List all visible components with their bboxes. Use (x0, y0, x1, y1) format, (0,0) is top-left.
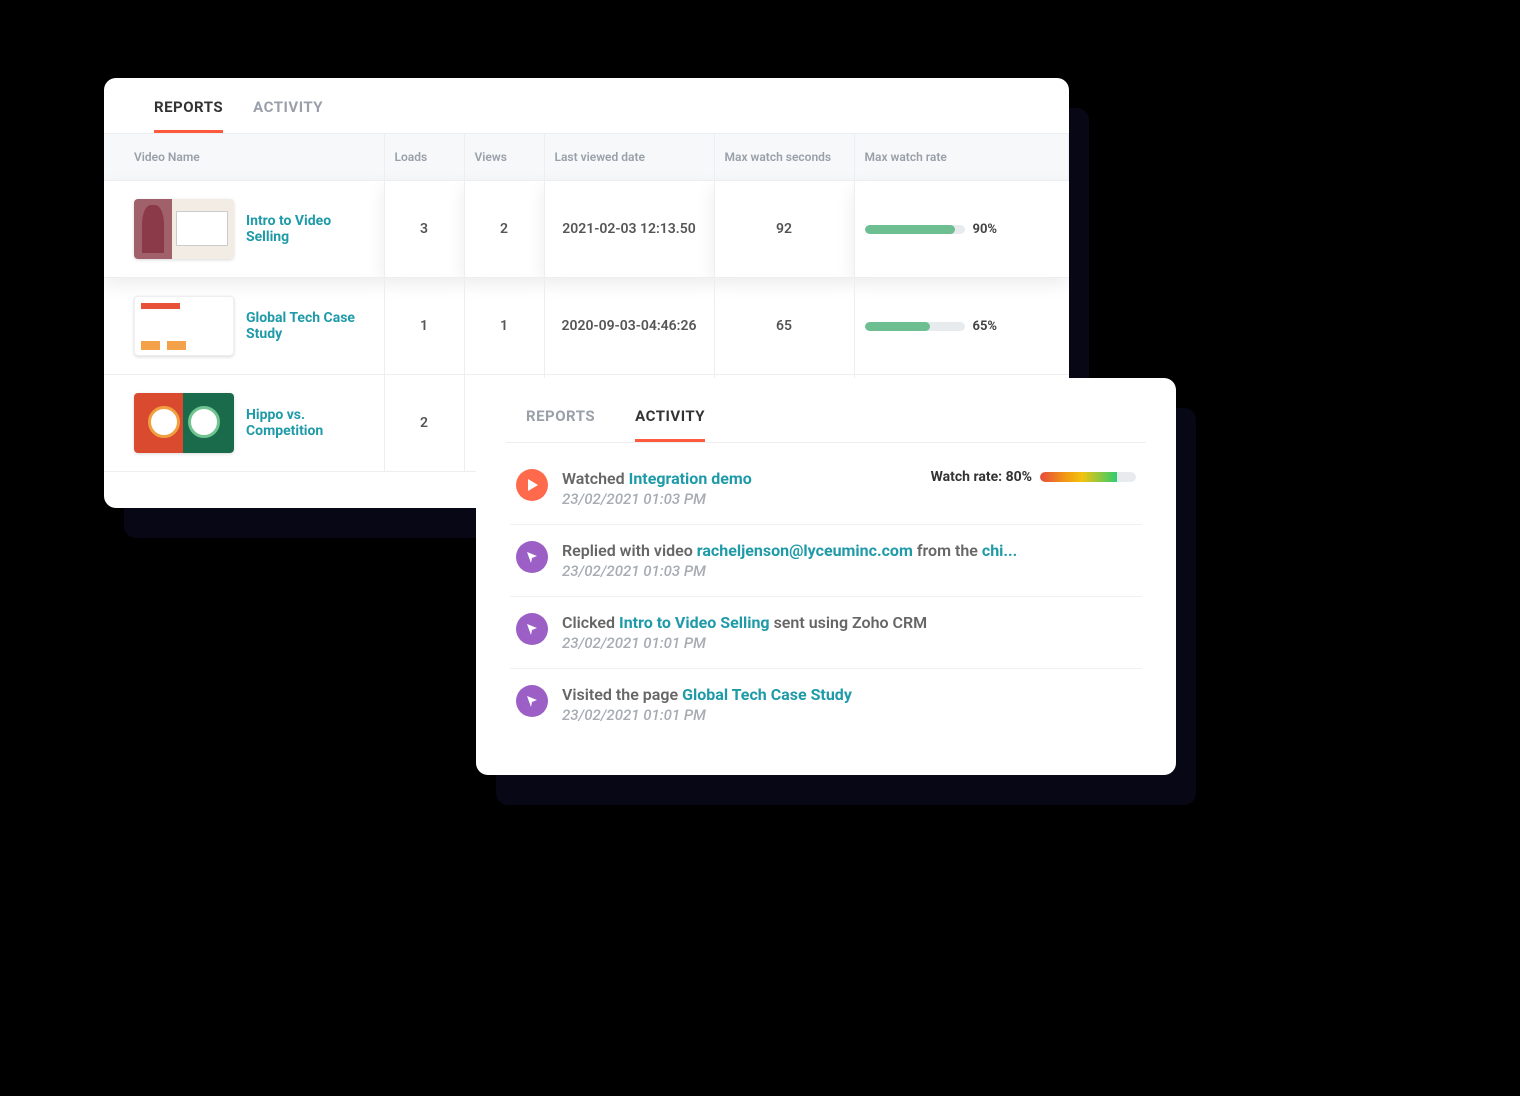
col-max-rate: Max watch rate (854, 134, 1069, 181)
play-icon (516, 469, 548, 501)
col-last-viewed: Last viewed date (544, 134, 714, 181)
activity-list: Watched Integration demo 23/02/2021 01:0… (506, 443, 1146, 750)
cell-loads: 2 (384, 375, 464, 472)
video-name-link[interactable]: Hippo vs. Competition (246, 407, 374, 439)
watch-rate-label: 90% (973, 222, 998, 237)
progress-fill (865, 322, 930, 331)
activity-prefix: Replied with video (562, 541, 693, 560)
watch-rate-indicator: Watch rate: 80% (931, 469, 1136, 485)
activity-timestamp: 23/02/2021 01:01 PM (562, 706, 1136, 724)
activity-link-2[interactable]: chi... (982, 541, 1017, 560)
activity-panel: REPORTS ACTIVITY Watched Integration dem… (476, 378, 1176, 775)
cursor-icon (516, 685, 548, 717)
activity-link[interactable]: Intro to Video Selling (619, 613, 770, 632)
activity-link[interactable]: Global Tech Case Study (682, 685, 852, 704)
activity-mid: from the (917, 541, 982, 560)
watch-rate-text: Watch rate: 80% (931, 469, 1032, 485)
video-name-link[interactable]: Intro to Video Selling (246, 213, 374, 245)
cell-max-seconds: 92 (714, 181, 854, 278)
cursor-icon (516, 613, 548, 645)
col-views: Views (464, 134, 544, 181)
activity-timestamp: 23/02/2021 01:03 PM (562, 562, 1136, 580)
activity-prefix: Visited the page (562, 685, 678, 704)
activity-link[interactable]: Integration demo (629, 469, 752, 488)
video-name-link[interactable]: Global Tech Case Study (246, 310, 374, 342)
cursor-icon (516, 541, 548, 573)
cell-views: 1 (464, 278, 544, 375)
cell-loads: 1 (384, 278, 464, 375)
activity-tabs: REPORTS ACTIVITY (506, 403, 1146, 443)
cell-last-viewed: 2020-09-03-04:46:26 (544, 278, 714, 375)
video-thumbnail (134, 296, 234, 356)
progress-fill (865, 225, 955, 234)
activity-item-replied: Replied with video racheljenson@lyceumin… (510, 525, 1142, 597)
activity-timestamp: 23/02/2021 01:01 PM (562, 634, 1136, 652)
activity-timestamp: 23/02/2021 01:03 PM (562, 490, 917, 508)
activity-suffix: sent using Zoho CRM (774, 613, 928, 632)
tab-reports[interactable]: REPORTS (526, 407, 595, 442)
activity-link[interactable]: racheljenson@lyceuminc.com (697, 541, 913, 560)
cell-views: 2 (464, 181, 544, 278)
activity-item-clicked: Clicked Intro to Video Selling sent usin… (510, 597, 1142, 669)
activity-item-visited: Visited the page Global Tech Case Study … (510, 669, 1142, 740)
tab-activity[interactable]: ACTIVITY (635, 407, 705, 442)
cell-loads: 3 (384, 181, 464, 278)
tab-reports[interactable]: REPORTS (154, 98, 223, 133)
tab-activity[interactable]: ACTIVITY (253, 98, 323, 133)
activity-prefix: Watched (562, 469, 625, 488)
col-loads: Loads (384, 134, 464, 181)
activity-item-watched: Watched Integration demo 23/02/2021 01:0… (510, 453, 1142, 525)
watch-rate-progress: 65% (865, 319, 1059, 334)
cell-last-viewed: 2021-02-03 12:13.50 (544, 181, 714, 278)
col-max-seconds: Max watch seconds (714, 134, 854, 181)
activity-prefix: Clicked (562, 613, 615, 632)
reports-tabs: REPORTS ACTIVITY (104, 78, 1069, 134)
watch-rate-progress: 90% (865, 222, 1059, 237)
video-thumbnail (134, 393, 234, 453)
table-row[interactable]: Global Tech Case Study 1 1 2020-09-03-04… (104, 278, 1069, 375)
watch-rate-label: 65% (973, 319, 998, 334)
video-thumbnail (134, 199, 234, 259)
gradient-fill (1040, 472, 1117, 482)
table-row[interactable]: Intro to Video Selling 3 2 2021-02-03 12… (104, 181, 1069, 278)
col-video-name: Video Name (104, 134, 384, 181)
cell-max-seconds: 65 (714, 278, 854, 375)
